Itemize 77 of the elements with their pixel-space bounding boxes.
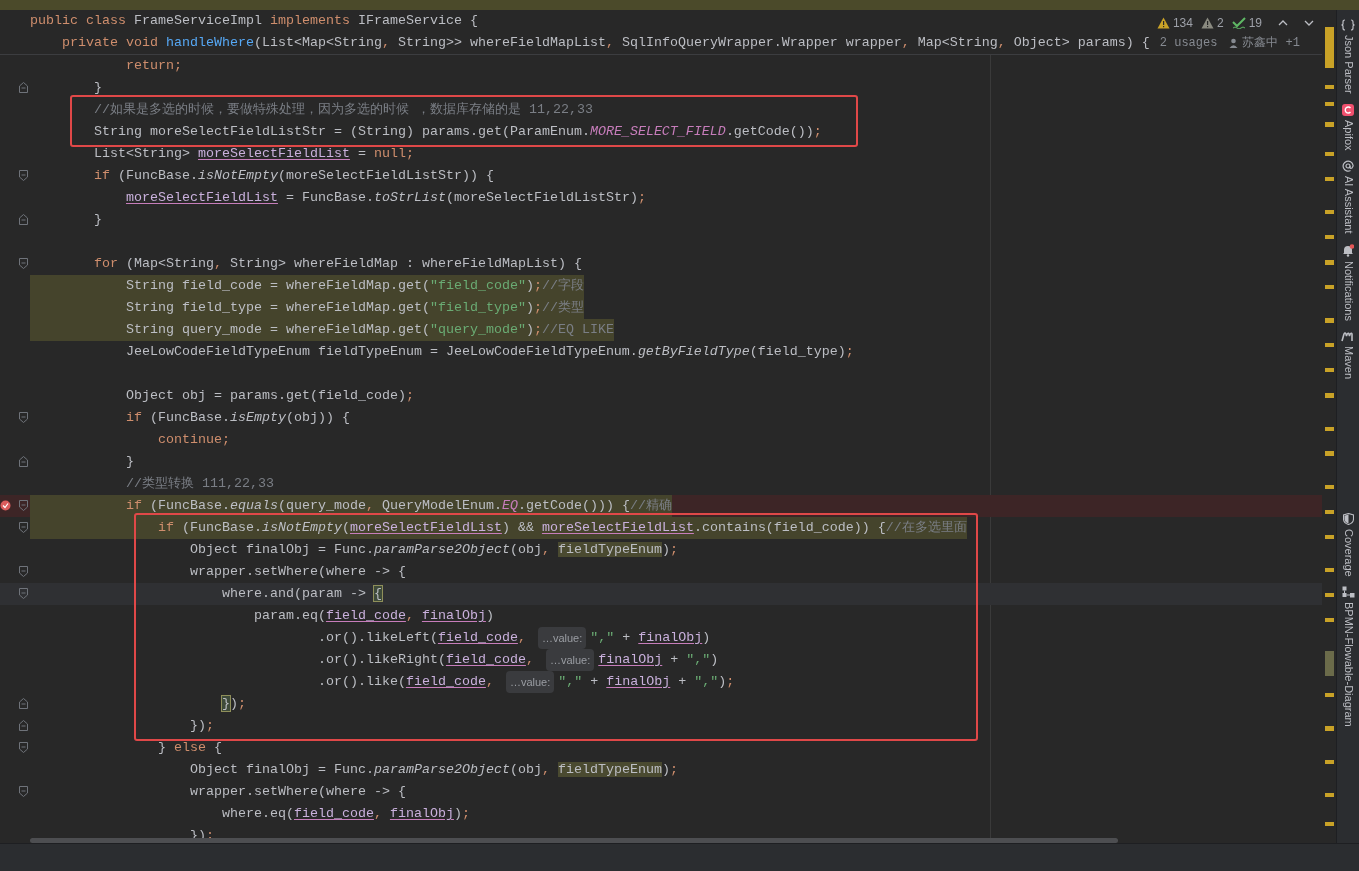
fold-icon[interactable] xyxy=(19,742,28,753)
tool-window-button[interactable]: BPMN-Flowable-Diagram xyxy=(1336,581,1359,733)
code-line: } else { xyxy=(157,739,222,757)
fold-icon[interactable] xyxy=(19,698,28,709)
code-line: JeeLowCodeFieldTypeEnum fieldTypeEnum = JeeLowCodeFieldTypeEnum.getByFieldType(field_type); xyxy=(125,343,854,361)
code-line: private void handleWhere(List<Map<String, String>> whereFieldMapList, SqlInfoQueryWrapper.Wrapper wrapper, Map<String, Object> params) { xyxy=(61,34,1150,52)
fold-icon[interactable] xyxy=(19,588,28,599)
fold-icon[interactable] xyxy=(19,786,28,797)
code-line: if (FuncBase.isNotEmpty(moreSelectFieldListStr)) { xyxy=(93,167,494,185)
tool-window-button[interactable]: Json Parser xyxy=(1336,14,1359,99)
tool-window-button[interactable]: Notifications xyxy=(1336,238,1359,326)
code-line: } xyxy=(93,79,102,97)
code-line: Object finalObj = Func.paramParse2Object(obj, fieldTypeEnum); xyxy=(188,761,678,779)
code-line: public class FrameServiceImpl implements IFrameService { xyxy=(30,12,478,30)
code-line: wrapper.setWhere(where -> { xyxy=(188,563,406,581)
app-icon xyxy=(1342,103,1354,116)
error-icon[interactable] xyxy=(0,500,11,511)
person-icon xyxy=(1229,38,1239,48)
tool-window-button[interactable]: Maven xyxy=(1336,325,1359,384)
code-text: .or().likeLeft(field_code, xyxy=(316,629,527,647)
code-line: wrapper.setWhere(where -> { xyxy=(188,783,406,801)
fold-icon[interactable] xyxy=(19,412,28,423)
fold-icon[interactable] xyxy=(19,456,28,467)
code-line: } xyxy=(125,453,134,471)
shield-icon xyxy=(1342,512,1354,525)
code-text: "," + finalObj + ","); xyxy=(558,673,735,691)
code-line: String moreSelectFieldListStr = (String) params.get(ParamEnum.MORE_SELECT_FIELD.getCode()); xyxy=(93,123,822,141)
code-line: where.eq(field_code, finalObj); xyxy=(220,805,470,823)
code-line: //如果是多选的时候，要做特殊处理，因为多选的时候 ，数据库存储的是 11,22,33 xyxy=(93,101,593,119)
horizontal-scrollbar[interactable] xyxy=(30,838,1118,843)
code-line: if (FuncBase.isEmpty(obj)) { xyxy=(125,409,350,427)
braces-icon xyxy=(1341,19,1355,31)
letter-m-icon xyxy=(1341,330,1355,342)
warning-icon xyxy=(1200,17,1214,29)
code-text: .or().like(field_code, xyxy=(316,673,495,691)
author-hint[interactable]: 苏鑫中 +1 xyxy=(1242,32,1301,54)
at-sign-icon xyxy=(1342,160,1354,173)
tool-window-button[interactable]: Apifox xyxy=(1336,98,1359,156)
bell-icon xyxy=(1342,243,1354,257)
inlay-hint: …value: xyxy=(537,627,587,649)
code-line: param.eq(field_code, finalObj) xyxy=(252,607,494,625)
code-line: //类型转换 111,22,33 xyxy=(125,475,274,493)
fold-icon[interactable] xyxy=(19,720,28,731)
code-text: "," + finalObj) xyxy=(590,629,711,647)
chevron-down-icon[interactable] xyxy=(1304,20,1314,26)
code-line: for (Map<String, String> whereFieldMap : whereFieldMapList) { xyxy=(93,255,582,273)
code-line: List<String> moreSelectFieldList = null; xyxy=(93,145,414,163)
code-line: return; xyxy=(125,57,182,75)
usages-hint[interactable]: 2 usages xyxy=(1159,32,1218,54)
fold-icon[interactable] xyxy=(19,82,28,93)
code-line: Object finalObj = Func.paramParse2Object(obj, fieldTypeEnum); xyxy=(188,541,678,559)
code-line: moreSelectFieldList = FuncBase.toStrList(moreSelectFieldListStr); xyxy=(125,189,646,207)
code-text: finalObj + ",") xyxy=(598,651,719,669)
inlay-hint: …value: xyxy=(505,671,555,693)
fold-icon[interactable] xyxy=(19,258,28,269)
problem-count[interactable]: 2 xyxy=(1216,14,1224,32)
fold-icon[interactable] xyxy=(19,500,28,511)
chevron-up-icon[interactable] xyxy=(1278,20,1288,26)
code-line: where.and(param -> { xyxy=(220,585,382,603)
tool-window-button[interactable]: AI Assistant xyxy=(1336,155,1359,239)
code-line: Object obj = params.get(field_code); xyxy=(125,387,414,405)
inlay-hint: …value: xyxy=(545,649,595,671)
check-icon xyxy=(1231,17,1246,29)
fold-icon[interactable] xyxy=(19,170,28,181)
problem-count[interactable]: 19 xyxy=(1248,14,1262,32)
code-line: }); xyxy=(188,717,214,735)
code-line: }); xyxy=(220,695,246,713)
fold-icon[interactable] xyxy=(19,522,28,533)
tool-window-button[interactable]: Coverage xyxy=(1336,507,1359,582)
warning-icon xyxy=(1156,17,1170,29)
fold-icon[interactable] xyxy=(19,566,28,577)
code-line: continue; xyxy=(157,431,230,449)
problem-count[interactable]: 134 xyxy=(1172,14,1193,32)
code-line: } xyxy=(93,211,102,229)
code-text: .or().likeRight(field_code, xyxy=(316,651,535,669)
fold-icon[interactable] xyxy=(19,214,28,225)
diagram-icon xyxy=(1341,586,1355,599)
